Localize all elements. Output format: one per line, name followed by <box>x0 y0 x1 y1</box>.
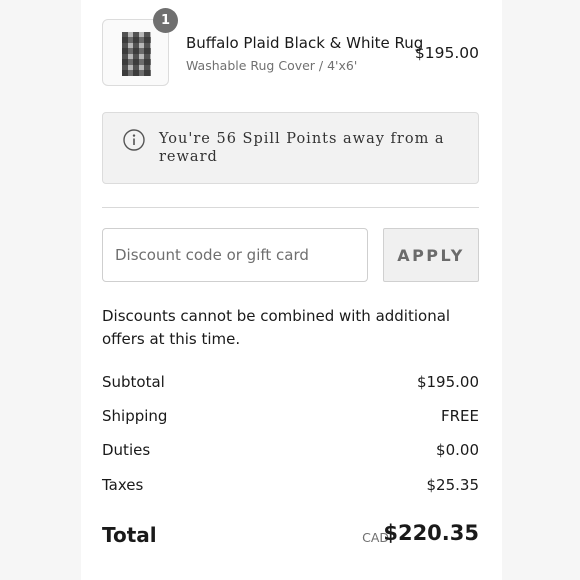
discount-code-input[interactable] <box>102 228 368 282</box>
shipping-row: Shipping FREE <box>102 407 479 429</box>
quantity-badge: 1 <box>153 8 178 33</box>
total-row: Total CAD $220.35 <box>102 521 479 551</box>
duties-label: Duties <box>102 441 151 459</box>
duties-row: Duties $0.00 <box>102 441 479 463</box>
divider <box>102 207 479 208</box>
shipping-label: Shipping <box>102 407 168 425</box>
subtotal-value: $195.00 <box>416 373 479 391</box>
apply-button[interactable]: APPLY <box>383 228 479 282</box>
product-variant: Washable Rug Cover / 4'x6' <box>186 58 358 73</box>
subtotal-row: Subtotal $195.00 <box>102 373 479 395</box>
line-item: 1 Buffalo Plaid Black & White Rug Washab… <box>102 8 479 89</box>
duties-value: $0.00 <box>436 441 479 459</box>
info-icon <box>123 129 145 151</box>
total-label: Total <box>102 523 157 547</box>
product-title: Buffalo Plaid Black & White Rug <box>186 34 424 52</box>
points-message: You're 56 Spill Points away from a rewar… <box>159 131 445 165</box>
product-image <box>122 32 151 76</box>
subtotal-label: Subtotal <box>102 373 165 391</box>
taxes-value: $25.35 <box>426 476 480 494</box>
total-value: $220.35 <box>383 521 479 545</box>
taxes-label: Taxes <box>102 476 144 494</box>
shipping-value: FREE <box>440 407 479 425</box>
order-summary-panel: 1 Buffalo Plaid Black & White Rug Washab… <box>81 0 502 580</box>
points-banner: You're 56 Spill Points away from a rewar… <box>102 112 479 184</box>
taxes-row: Taxes $25.35 <box>102 476 479 498</box>
product-price: $195.00 <box>414 44 479 62</box>
discount-notice: Discounts cannot be combined with additi… <box>102 307 451 348</box>
